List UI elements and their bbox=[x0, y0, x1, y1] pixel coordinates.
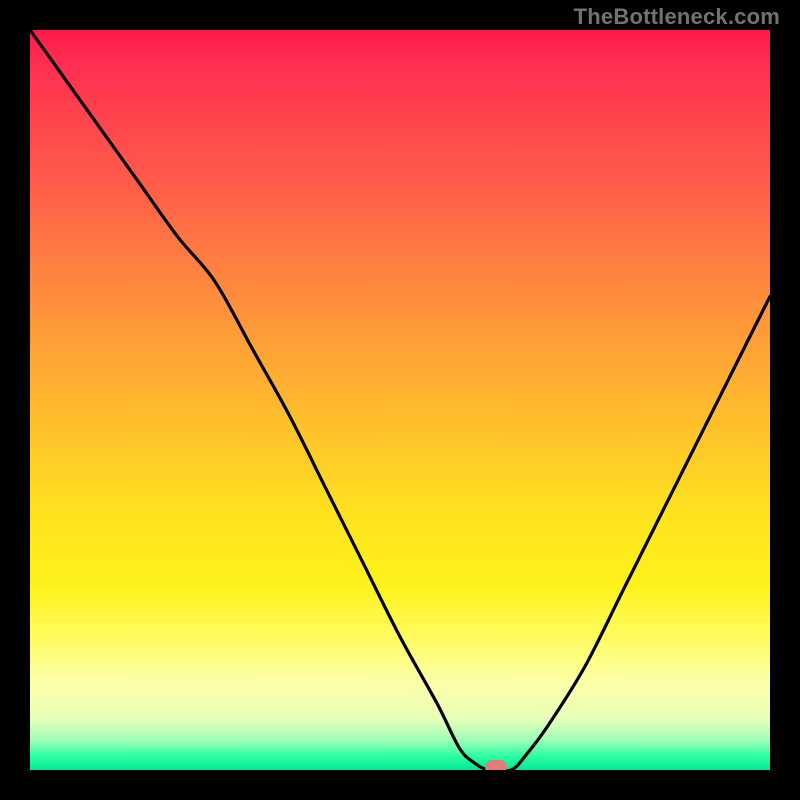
watermark-text: TheBottleneck.com bbox=[574, 4, 780, 30]
bottleneck-curve bbox=[30, 30, 770, 770]
curve-path bbox=[30, 30, 770, 770]
plot-area bbox=[30, 30, 770, 770]
chart-frame: TheBottleneck.com bbox=[0, 0, 800, 800]
min-marker bbox=[485, 760, 507, 770]
